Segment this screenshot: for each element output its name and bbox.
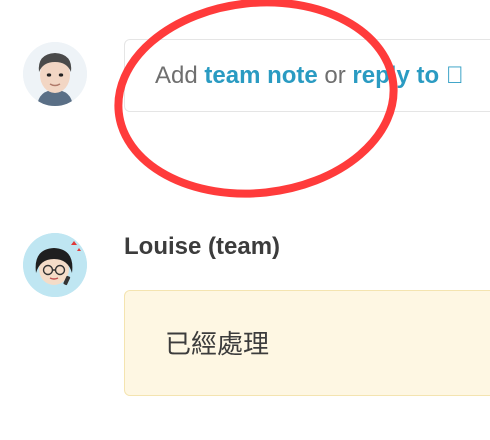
note-body: 已經處理 [165,330,270,360]
author-avatar [23,233,87,297]
user-avatar [23,42,87,106]
team-note-bubble: 已經處理 [124,290,490,396]
girl-avatar-icon [23,233,87,297]
composer-prefix: Add [155,62,198,89]
reply-to-link[interactable]: reply to 𧅴 [352,62,463,89]
reply-composer[interactable]: Add team note or reply to 𧅴 [124,39,490,112]
composer-prompt: Add team note or reply to 𧅴 [155,62,464,90]
author-name: Louise (team) [124,233,281,260]
composer-separator: or [324,62,346,89]
add-team-note-link[interactable]: team note [204,62,317,89]
boy-avatar-icon [23,42,87,106]
